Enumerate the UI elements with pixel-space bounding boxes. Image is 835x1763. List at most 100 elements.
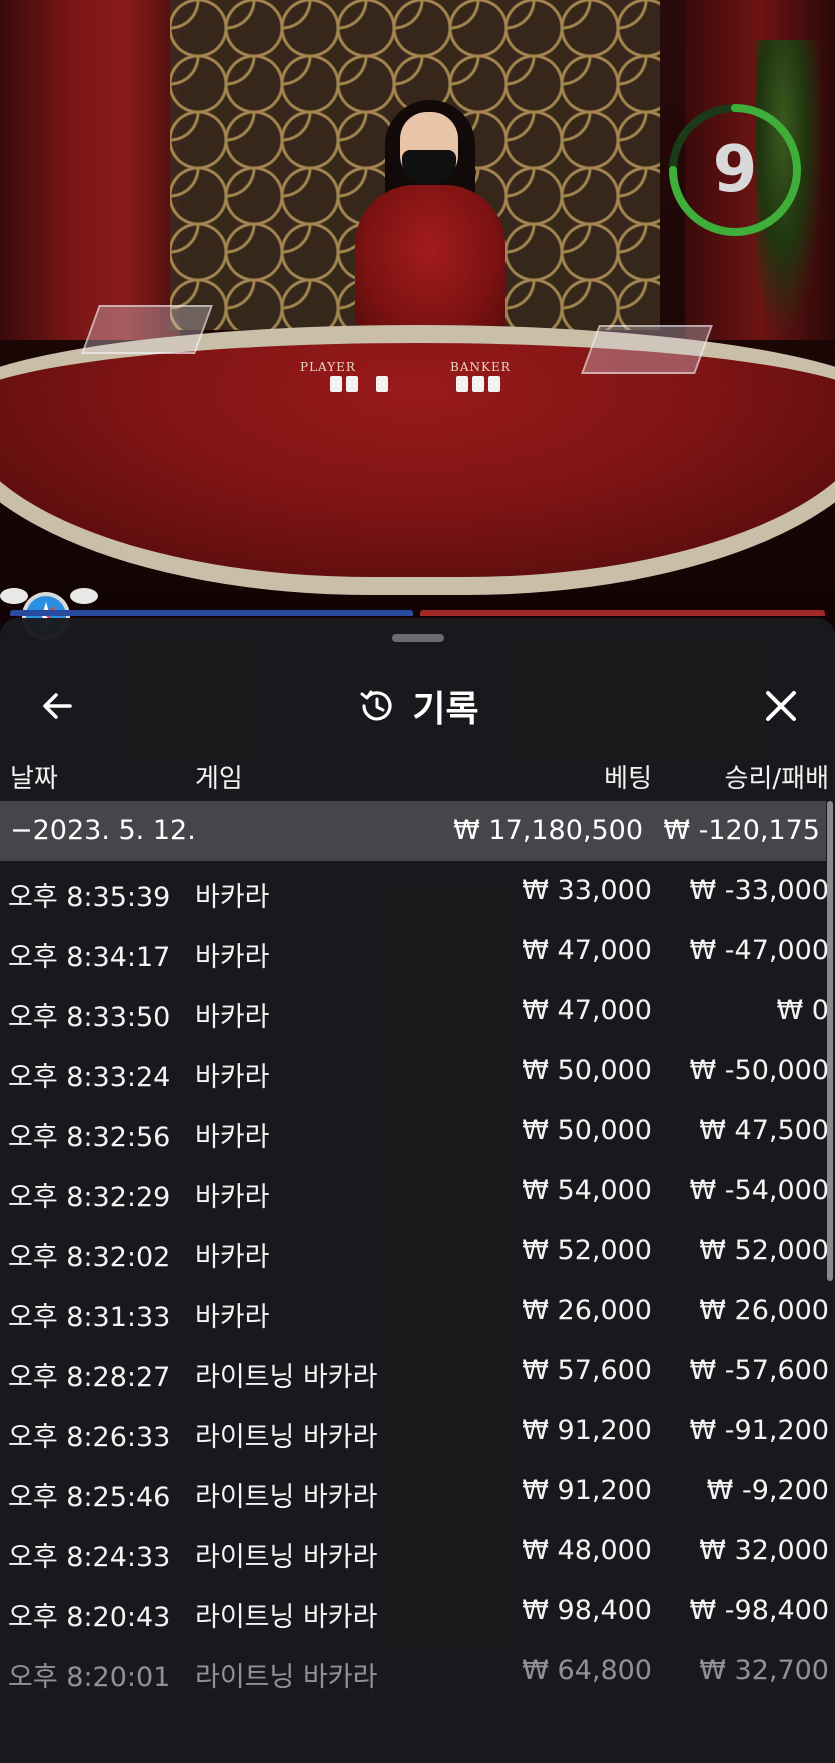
close-button[interactable] [753, 678, 809, 734]
row-bet: ₩ 47,000 [522, 995, 652, 1026]
row-game: 바카라 [195, 882, 270, 913]
row-time: 오후 8:31:33 [8, 1302, 171, 1333]
row-time: 오후 8:20:43 [8, 1602, 171, 1633]
row-time: 오후 8:32:56 [8, 1122, 171, 1153]
column-headers: 날짜 게임 베팅 승리/패배 [0, 748, 835, 800]
card-shoe-right [581, 325, 713, 374]
row-game: 바카라 [195, 1182, 270, 1213]
row-bet: ₩ 33,000 [522, 875, 652, 906]
row-bet: ₩ 57,600 [522, 1355, 652, 1386]
row-result: ₩ 26,000 [699, 1295, 829, 1326]
row-time: 오후 8:25:46 [8, 1482, 171, 1513]
row-bet: ₩ 52,000 [522, 1235, 652, 1266]
row-game: 바카라 [195, 1302, 270, 1333]
row-time: 오후 8:33:50 [8, 1002, 171, 1033]
row-time: 오후 8:20:01 [8, 1662, 171, 1693]
card-shoe-left [81, 305, 213, 354]
row-bet: ₩ 64,800 [522, 1655, 652, 1686]
table-row[interactable]: 오후 8:26:33 라이트닝 바카라 ₩ 91,200 ₩ -91,200 [0, 1402, 835, 1462]
live-video: PLAYER BANKER 9 [0, 0, 835, 630]
table-row[interactable]: 오후 8:31:33 바카라 ₩ 26,000 ₩ 26,000 [0, 1282, 835, 1342]
row-bet: ₩ 91,200 [522, 1415, 652, 1446]
dealer-mask [402, 150, 456, 184]
column-date[interactable]: 날짜 [10, 758, 58, 795]
row-result: ₩ -54,000 [689, 1175, 830, 1206]
table-row[interactable]: 오후 8:32:29 바카라 ₩ 54,000 ₩ -54,000 [0, 1162, 835, 1222]
history-icon [360, 690, 392, 721]
row-result: ₩ -9,200 [706, 1475, 829, 1506]
card [376, 376, 388, 392]
row-time: 오후 8:33:24 [8, 1062, 171, 1093]
column-bet[interactable]: 베팅 [604, 758, 652, 795]
table-row[interactable]: 오후 8:35:39 바카라 ₩ 33,000 ₩ -33,000 [0, 862, 835, 922]
column-game[interactable]: 게임 [195, 758, 243, 795]
scrollbar[interactable] [827, 801, 833, 1281]
row-result: ₩ -98,400 [689, 1595, 830, 1626]
table-row[interactable]: 오후 8:24:33 라이트닝 바카라 ₩ 48,000 ₩ 32,000 [0, 1522, 835, 1582]
table-row[interactable]: 오후 8:25:46 라이트닝 바카라 ₩ 91,200 ₩ -9,200 [0, 1462, 835, 1522]
table-row[interactable]: 오후 8:33:24 바카라 ₩ 50,000 ₩ -50,000 [0, 1042, 835, 1102]
row-bet: ₩ 47,000 [522, 935, 652, 966]
sheet-grabber[interactable] [392, 634, 444, 642]
row-bet: ₩ 91,200 [522, 1475, 652, 1506]
page-title: 기록 [412, 689, 479, 730]
banker-bar [420, 610, 825, 616]
table-row[interactable]: 오후 8:20:01 라이트닝 바카라 ₩ 64,800 ₩ 32,700 [0, 1642, 835, 1702]
row-result: ₩ 47,500 [699, 1115, 829, 1146]
player-bar [10, 610, 413, 616]
row-time: 오후 8:32:02 [8, 1242, 171, 1273]
close-icon [766, 691, 796, 721]
row-bet: ₩ 26,000 [522, 1295, 652, 1326]
table-row[interactable]: 오후 8:32:02 바카라 ₩ 52,000 ₩ 52,000 [0, 1222, 835, 1282]
row-result: ₩ -91,200 [689, 1415, 830, 1446]
row-game: 라이트닝 바카라 [195, 1602, 378, 1633]
row-game: 라이트닝 바카라 [195, 1362, 378, 1393]
row-result: ₩ -33,000 [689, 875, 830, 906]
dealer [355, 185, 505, 345]
curtain-left [0, 0, 180, 340]
group-date: −2023. 5. 12. [10, 815, 196, 846]
row-result: ₩ 32,000 [699, 1535, 829, 1566]
row-bet: ₩ 48,000 [522, 1535, 652, 1566]
row-bet: ₩ 98,400 [522, 1595, 652, 1626]
date-group-row[interactable]: −2023. 5. 12. ₩ 17,180,500 ₩ -120,175 [0, 801, 826, 861]
row-time: 오후 8:32:29 [8, 1182, 171, 1213]
table-row[interactable]: 오후 8:32:56 바카라 ₩ 50,000 ₩ 47,500 [0, 1102, 835, 1162]
row-game: 바카라 [195, 1002, 270, 1033]
baccarat-table [0, 325, 835, 595]
sheet-header: 기록 [0, 658, 835, 748]
history-list: 오후 8:35:39 바카라 ₩ 33,000 ₩ -33,000 오후 8:34:17… [0, 862, 835, 1702]
row-game: 바카라 [195, 1242, 270, 1273]
history-sheet: 기록 날짜 게임 베팅 승리/패배 −2023. 5. 12. ₩ 17,180… [0, 618, 835, 1763]
row-game: 라이트닝 바카라 [195, 1422, 378, 1453]
table-row[interactable]: 오후 8:33:50 바카라 ₩ 47,000 ₩ 0 [0, 982, 835, 1042]
row-bet: ₩ 50,000 [522, 1055, 652, 1086]
card [346, 376, 358, 392]
row-game: 바카라 [195, 1062, 270, 1093]
row-game: 라이트닝 바카라 [195, 1482, 378, 1513]
countdown-value: 9 [712, 133, 758, 207]
card [488, 376, 500, 392]
group-bet-total: ₩ 17,180,500 [453, 815, 643, 846]
card [456, 376, 468, 392]
row-result: ₩ 32,700 [699, 1655, 829, 1686]
group-result-total: ₩ -120,175 [663, 815, 820, 846]
row-result: ₩ -47,000 [689, 935, 830, 966]
row-bet: ₩ 54,000 [522, 1175, 652, 1206]
row-game: 바카라 [195, 1122, 270, 1153]
row-time: 오후 8:26:33 [8, 1422, 171, 1453]
row-game: 라이트닝 바카라 [195, 1662, 378, 1693]
column-result[interactable]: 승리/패배 [725, 758, 829, 795]
table-row[interactable]: 오후 8:28:27 라이트닝 바카라 ₩ 57,600 ₩ -57,600 [0, 1342, 835, 1402]
row-time: 오후 8:34:17 [8, 942, 171, 973]
row-result: ₩ 0 [776, 995, 829, 1026]
row-result: ₩ -50,000 [689, 1055, 830, 1086]
table-row[interactable]: 오후 8:34:17 바카라 ₩ 47,000 ₩ -47,000 [0, 922, 835, 982]
player-label: PLAYER [300, 360, 356, 374]
title-group: 기록 [0, 680, 835, 732]
table-row[interactable]: 오후 8:20:43 라이트닝 바카라 ₩ 98,400 ₩ -98,400 [0, 1582, 835, 1642]
card [330, 376, 342, 392]
row-game: 라이트닝 바카라 [195, 1542, 378, 1573]
row-result: ₩ 52,000 [699, 1235, 829, 1266]
card [472, 376, 484, 392]
